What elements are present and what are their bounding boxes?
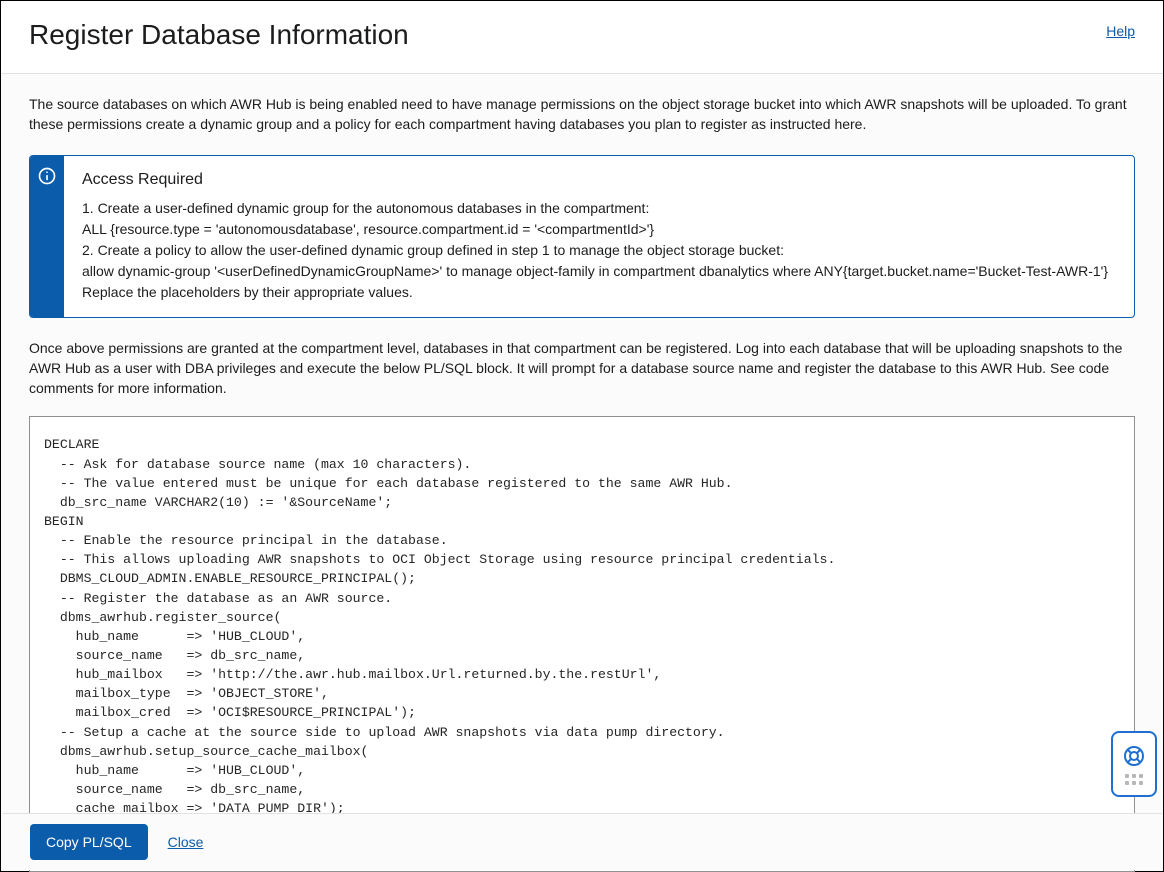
dialog-header: Register Database Information Help: [1, 1, 1163, 74]
info-stripe: [30, 156, 64, 317]
access-required-infobox: Access Required 1. Create a user-defined…: [29, 155, 1135, 318]
lifebuoy-icon: [1122, 744, 1146, 768]
infobox-line: 2. Create a policy to allow the user-def…: [82, 240, 1108, 261]
page-title: Register Database Information: [29, 19, 409, 51]
help-link[interactable]: Help: [1106, 23, 1135, 39]
infobox-line: Replace the placeholders by their approp…: [82, 282, 1108, 303]
dialog-footer: Copy PL/SQL Close: [2, 813, 1162, 870]
infobox-line: ALL {resource.type = 'autonomousdatabase…: [82, 219, 1108, 240]
copy-plsql-button[interactable]: Copy PL/SQL: [30, 824, 148, 860]
help-widget[interactable]: [1111, 731, 1157, 797]
infobox-heading: Access Required: [82, 168, 1108, 192]
plsql-code-block[interactable]: DECLARE -- Ask for database source name …: [29, 416, 1135, 871]
info-icon: [37, 166, 57, 186]
infobox-lines: 1. Create a user-defined dynamic group f…: [82, 198, 1108, 303]
infobox-line: allow dynamic-group '<userDefinedDynamic…: [82, 261, 1108, 282]
infobox-line: 1. Create a user-defined dynamic group f…: [82, 198, 1108, 219]
close-link[interactable]: Close: [168, 834, 204, 850]
intro-text: The source databases on which AWR Hub is…: [29, 94, 1135, 135]
instructions-text: Once above permissions are granted at th…: [29, 338, 1135, 399]
grip-icon: [1125, 774, 1143, 785]
